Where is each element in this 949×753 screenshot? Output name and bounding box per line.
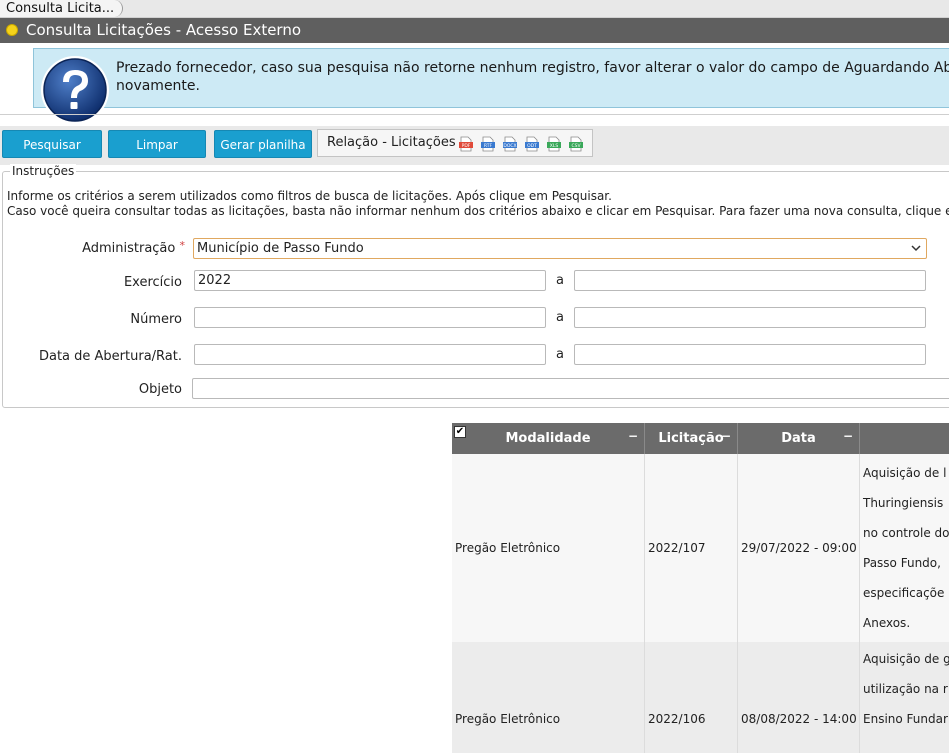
column-header-modalidade[interactable]: Modalidade − bbox=[452, 423, 645, 454]
cell-data: 08/08/2022 - 14:00 bbox=[741, 712, 857, 726]
window-title: Consulta Licitações - Acesso Externo bbox=[26, 21, 302, 39]
report-export-group: Relação - Licitações PDF RTF DOCX ODT XLS CSV bbox=[317, 129, 593, 157]
info-message: Prezado fornecedor, caso sua pesquisa nã… bbox=[116, 59, 949, 95]
window-titlebar: Consulta Licitações - Acesso Externo bbox=[0, 18, 949, 43]
table-header: ✔ Modalidade − Licitação − Data − bbox=[452, 423, 949, 454]
info-line-1: Prezado fornecedor, caso sua pesquisa nã… bbox=[116, 60, 949, 76]
cell-objeto: Aquisição de g utilização na r Ensino Fu… bbox=[860, 642, 949, 753]
odt-file-icon-text: ODT bbox=[527, 143, 537, 149]
objeto-line: Anexos. bbox=[863, 616, 911, 630]
rtf-file-icon-text: RTF bbox=[484, 143, 493, 149]
xls-file-icon-text: XLS bbox=[550, 143, 559, 149]
data-abertura-label: Data de Abertura/Rat. bbox=[38, 349, 182, 364]
pdf-file-icon-text: PDF bbox=[462, 143, 471, 149]
administracao-label-wrap: Administração * bbox=[3, 239, 191, 259]
report-label: Relação - Licitações bbox=[327, 135, 456, 150]
exercicio-to-input[interactable] bbox=[574, 270, 926, 291]
info-message-box: Prezado fornecedor, caso sua pesquisa nã… bbox=[33, 48, 949, 108]
exercicio-from-input[interactable]: 2022 bbox=[194, 270, 546, 291]
cell-data: 29/07/2022 - 09:00 bbox=[741, 541, 857, 555]
tab-bar: Consulta Licita... bbox=[0, 0, 949, 18]
objeto-line: no controle do bbox=[863, 526, 949, 540]
tab-label: Consulta Licita... bbox=[6, 1, 115, 16]
toolbar: Pesquisar Limpar Gerar planilha Relação … bbox=[0, 126, 949, 165]
administracao-value: Município de Passo Fundo bbox=[197, 241, 364, 256]
objeto-label: Objeto bbox=[138, 382, 182, 397]
collapse-column-icon[interactable]: − bbox=[721, 423, 731, 449]
objeto-line: especificaçõe bbox=[863, 586, 945, 600]
administracao-select[interactable]: Município de Passo Fundo bbox=[193, 238, 927, 259]
info-line-2: novamente. bbox=[116, 78, 200, 94]
numero-to-input[interactable] bbox=[574, 307, 926, 328]
rtf-file-icon[interactable]: RTF bbox=[480, 136, 496, 152]
header-data-label: Data bbox=[781, 431, 816, 446]
objeto-line: Aquisição de g bbox=[863, 652, 949, 666]
objeto-line: Thuringiensis bbox=[863, 496, 944, 510]
chevron-down-icon bbox=[911, 245, 921, 252]
objeto-line: Passo Fundo, bbox=[863, 556, 941, 570]
exercicio-label: Exercício bbox=[123, 275, 182, 290]
collapse-column-icon[interactable]: − bbox=[843, 423, 853, 449]
clear-button[interactable]: Limpar bbox=[108, 130, 206, 158]
generate-spreadsheet-button[interactable]: Gerar planilha bbox=[214, 130, 312, 158]
column-header-objeto[interactable] bbox=[860, 423, 949, 454]
range-separator: a bbox=[556, 273, 564, 288]
header-modalidade-label: Modalidade bbox=[505, 431, 591, 446]
tab-consulta-licitacoes[interactable]: Consulta Licita... bbox=[0, 0, 124, 17]
cell-licitacao: 2022/106 bbox=[648, 712, 706, 726]
numero-label: Número bbox=[130, 312, 182, 327]
search-button[interactable]: Pesquisar bbox=[2, 130, 102, 158]
objeto-line: Ensino Fundar bbox=[863, 712, 948, 726]
cell-objeto: Aquisição de l Thuringiensis no controle… bbox=[860, 454, 949, 642]
results-table: ✔ Modalidade − Licitação − Data − Pregão… bbox=[452, 423, 949, 753]
cell-licitacao: 2022/107 bbox=[648, 541, 706, 555]
table-row[interactable]: Pregão Eletrônico 2022/107 29/07/2022 - … bbox=[452, 454, 949, 642]
administracao-label: Administração bbox=[82, 241, 176, 256]
data-abertura-from-input[interactable] bbox=[194, 344, 546, 365]
instructions-text: Informe os critérios a serem utilizados … bbox=[7, 189, 949, 219]
column-header-data[interactable]: Data − bbox=[738, 423, 860, 454]
range-separator: a bbox=[556, 310, 564, 325]
numero-from-input[interactable] bbox=[194, 307, 546, 328]
cell-modalidade: Pregão Eletrônico bbox=[455, 541, 561, 555]
range-separator: a bbox=[556, 347, 564, 362]
objeto-line: utilização na r bbox=[863, 682, 948, 696]
pdf-file-icon[interactable]: PDF bbox=[458, 136, 474, 152]
filter-fieldset: Instruções Informe os critérios a serem … bbox=[2, 164, 949, 408]
csv-file-icon-text: CSV bbox=[571, 143, 581, 149]
instructions-line-2: Caso você queira consultar todas as lici… bbox=[7, 204, 949, 218]
docx-file-icon[interactable]: DOCX bbox=[502, 136, 518, 152]
objeto-input[interactable] bbox=[192, 378, 949, 399]
cell-modalidade: Pregão Eletrônico bbox=[455, 712, 561, 726]
odt-file-icon[interactable]: ODT bbox=[524, 136, 540, 152]
docx-file-icon-text: DOCX bbox=[503, 143, 516, 149]
instructions-line-1: Informe os critérios a serem utilizados … bbox=[7, 189, 612, 203]
data-abertura-to-input[interactable] bbox=[574, 344, 926, 365]
table-row[interactable]: Pregão Eletrônico 2022/106 08/08/2022 - … bbox=[452, 642, 949, 753]
header-licitacao-label: Licitação bbox=[658, 431, 724, 446]
instructions-legend: Instruções bbox=[10, 164, 77, 178]
status-dot-icon bbox=[6, 24, 18, 36]
xls-file-icon[interactable]: XLS bbox=[546, 136, 562, 152]
collapse-column-icon[interactable]: − bbox=[628, 423, 638, 449]
required-mark: * bbox=[179, 239, 186, 252]
csv-file-icon[interactable]: CSV bbox=[568, 136, 584, 152]
objeto-line: Aquisição de l bbox=[863, 466, 947, 480]
divider bbox=[0, 114, 949, 115]
column-header-licitacao[interactable]: Licitação − bbox=[645, 423, 738, 454]
